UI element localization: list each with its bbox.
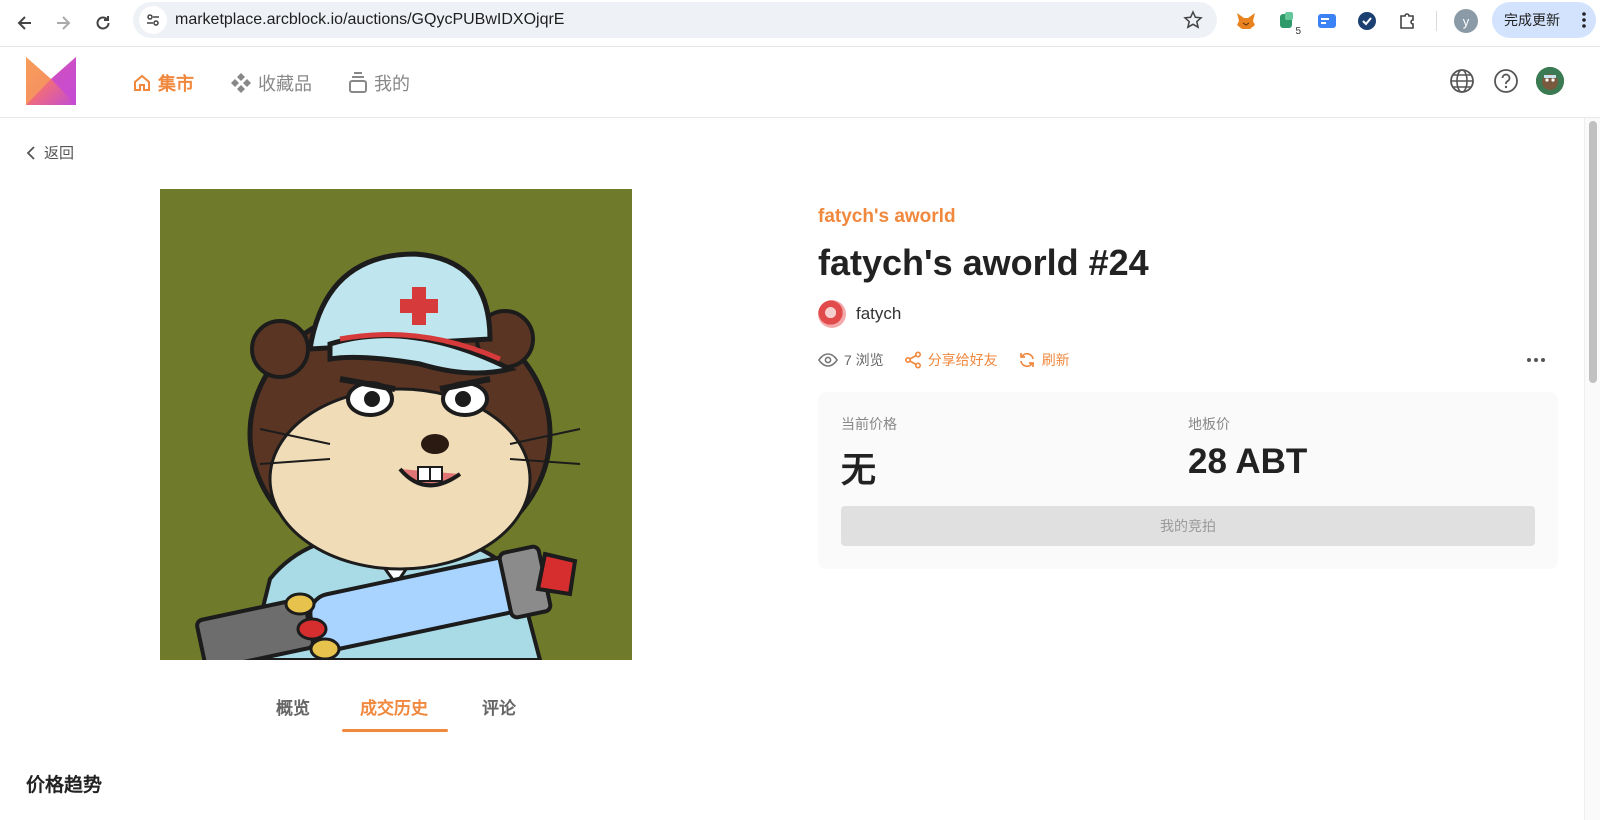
nav-mine-label: 我的 bbox=[374, 74, 410, 94]
nav-market[interactable]: 集市 bbox=[132, 70, 194, 96]
floor-price-value: 28 ABT bbox=[1188, 442, 1308, 481]
reload-icon[interactable] bbox=[88, 8, 118, 38]
profile-avatar[interactable]: y bbox=[1454, 9, 1478, 33]
back-arrow-icon[interactable] bbox=[10, 8, 40, 38]
views-label: 7 浏览 bbox=[844, 352, 884, 368]
forward-arrow-icon[interactable] bbox=[48, 8, 78, 38]
site-header: 集市 收藏品 我的 bbox=[0, 47, 1600, 118]
share-button[interactable]: 分享给好友 bbox=[904, 350, 998, 370]
back-label: 返回 bbox=[44, 145, 75, 162]
owner-info[interactable]: fatych bbox=[818, 300, 901, 328]
owner-avatar bbox=[818, 300, 846, 328]
check-extension-icon[interactable] bbox=[1355, 9, 1379, 33]
my-bid-button[interactable]: 我的竞拍 bbox=[841, 506, 1535, 546]
chevron-left-icon bbox=[26, 145, 36, 160]
url-text[interactable]: marketplace.arcblock.io/auctions/GQycPUB… bbox=[175, 11, 564, 29]
marketplace-logo[interactable] bbox=[26, 57, 76, 105]
active-tab-indicator bbox=[342, 729, 448, 732]
refresh-button[interactable]: 刷新 bbox=[1018, 350, 1070, 370]
browser-toolbar: marketplace.arcblock.io/auctions/GQycPUB… bbox=[0, 0, 1600, 47]
nav-collections-label: 收藏品 bbox=[258, 74, 312, 94]
page-scrollbar[interactable] bbox=[1584, 118, 1600, 820]
price-card: 当前价格 无 地板价 28 ABT 我的竞拍 bbox=[818, 392, 1558, 569]
more-options-icon[interactable] bbox=[1526, 350, 1546, 370]
update-label: 完成更新 bbox=[1504, 12, 1560, 28]
tab-comments[interactable]: 评论 bbox=[482, 694, 516, 719]
nft-title: fatych's aworld #24 bbox=[818, 242, 1149, 283]
scrollbar-thumb[interactable] bbox=[1589, 121, 1597, 383]
nft-image[interactable] bbox=[160, 189, 632, 660]
puzzle-extensions-icon[interactable] bbox=[1395, 9, 1419, 33]
extension-badge: 5 bbox=[1293, 26, 1303, 37]
home-icon bbox=[132, 73, 152, 93]
share-icon bbox=[904, 351, 922, 369]
tab-overview[interactable]: 概览 bbox=[276, 694, 310, 719]
fox-extension-icon[interactable] bbox=[1234, 9, 1258, 33]
collection-link[interactable]: fatych's aworld bbox=[818, 206, 956, 228]
toolbar-divider bbox=[1436, 11, 1437, 31]
eye-icon bbox=[818, 353, 838, 367]
globe-icon[interactable] bbox=[1448, 67, 1476, 95]
help-icon[interactable] bbox=[1492, 67, 1520, 95]
stack-icon bbox=[348, 72, 368, 94]
price-trend-heading: 价格趋势 bbox=[26, 775, 103, 796]
owner-name: fatych bbox=[856, 304, 902, 323]
bookmark-star-icon[interactable] bbox=[1183, 10, 1203, 30]
views-count: 7 浏览 bbox=[818, 350, 884, 370]
update-button[interactable]: 完成更新 bbox=[1492, 2, 1596, 38]
address-bar[interactable]: marketplace.arcblock.io/auctions/GQycPUB… bbox=[133, 2, 1217, 38]
wallet-extension-icon[interactable]: 5 bbox=[1275, 9, 1303, 37]
tab-trade-history[interactable]: 成交历史 bbox=[360, 694, 428, 719]
nft-actions: 7 浏览 分享给好友 刷新 bbox=[818, 350, 1090, 370]
current-price-value: 无 bbox=[841, 451, 877, 490]
nav-market-label: 集市 bbox=[158, 74, 194, 94]
nav-mine[interactable]: 我的 bbox=[348, 70, 410, 96]
floor-price-label: 地板价 bbox=[1188, 416, 1230, 432]
site-info-icon[interactable] bbox=[139, 6, 167, 34]
diamond-grid-icon bbox=[230, 72, 252, 94]
refresh-icon bbox=[1018, 351, 1036, 369]
menu-dots-icon[interactable] bbox=[1582, 11, 1586, 29]
card-extension-icon[interactable] bbox=[1315, 9, 1339, 33]
refresh-label: 刷新 bbox=[1041, 352, 1070, 368]
detail-tabs: 概览 成交历史 评论 bbox=[270, 686, 550, 732]
back-link[interactable]: 返回 bbox=[26, 142, 74, 163]
nav-collections[interactable]: 收藏品 bbox=[230, 70, 312, 96]
share-label: 分享给好友 bbox=[927, 352, 998, 368]
current-price-label: 当前价格 bbox=[841, 416, 897, 432]
user-avatar[interactable] bbox=[1536, 67, 1564, 95]
